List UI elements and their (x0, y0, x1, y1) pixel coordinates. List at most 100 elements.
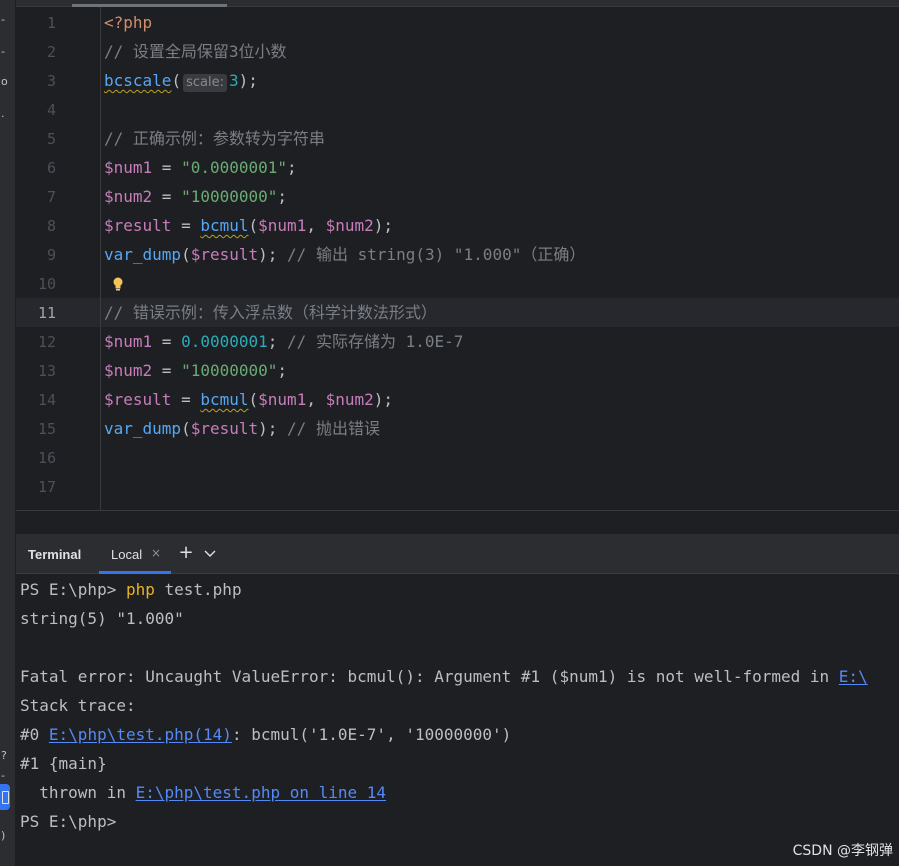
code-line[interactable]: 17 (16, 472, 899, 501)
line-number: 6 (46, 159, 56, 177)
code-text: bcscale(scale: 3); (104, 72, 258, 92)
code-token: ( (181, 245, 191, 264)
terminal-text: : bcmul('1.0E-7', '10000000') (231, 725, 512, 744)
terminal-text: #1 {main} (20, 754, 107, 773)
code-token: var_dump (104, 419, 182, 438)
terminal-line: PS E:\php> (20, 813, 116, 831)
code-token: = (152, 332, 182, 351)
terminal-text: PS E:\php> (20, 580, 126, 599)
strip-glyph: - (1, 45, 5, 58)
code-line[interactable]: 14 $result = bcmul($num1, $num2); (16, 385, 899, 414)
code-token: = (171, 390, 201, 409)
strip-glyph: o (1, 75, 8, 88)
code-line[interactable]: 4 (16, 95, 899, 124)
code-text: $result = bcmul($num1, $num2); (104, 391, 393, 409)
code-line[interactable]: 15 var_dump($result); // 抛出错误 (16, 414, 899, 443)
code-line[interactable]: 9 var_dump($result); // 输出 string(3) "1.0… (16, 240, 899, 269)
code-token: <?php (104, 13, 153, 32)
close-icon[interactable]: × (151, 546, 161, 560)
code-token: ); (373, 390, 394, 409)
code-text: $num1 = "0.0000001"; (104, 159, 297, 177)
code-token: "10000000" (181, 361, 278, 380)
watermark: CSDN @李钢弹 (792, 843, 893, 859)
editor-bottom-spacer (16, 510, 899, 534)
code-line[interactable]: 3 bcscale(scale: 3); (16, 66, 899, 95)
line-number: 15 (37, 420, 56, 438)
terminal-text: string(5) "1.000" (20, 609, 184, 628)
code-line[interactable]: 7 $num2 = "10000000"; (16, 182, 899, 211)
lightbulb-icon[interactable] (111, 276, 125, 292)
code-token: 0.0000001 (181, 332, 268, 351)
strip-glyph: ? (1, 749, 7, 762)
code-token: , (306, 216, 326, 235)
code-line[interactable]: 12 $num1 = 0.0000001; // 实际存储为 1.0E-7 (16, 327, 899, 356)
code-token: "0.0000001" (181, 158, 288, 177)
code-line[interactable]: 13 $num2 = "10000000"; (16, 356, 899, 385)
code-token: // 输出 string(3) "1.000"（正确） (287, 245, 586, 264)
terminal-text: php (125, 580, 155, 599)
line-number: 7 (46, 188, 56, 206)
terminal-text: #0 (20, 725, 49, 744)
code-token: $num2 (325, 216, 374, 235)
code-line[interactable]: 5 // 正确示例：参数转为字符串 (16, 124, 899, 153)
terminal-tool-window-button[interactable] (0, 784, 10, 810)
code-token: 3 (228, 71, 239, 90)
chevron-down-icon[interactable] (202, 543, 218, 563)
code-token: // 正确示例：参数转为字符串 (104, 129, 325, 148)
terminal-line: Stack trace: (20, 697, 136, 715)
strip-glyph: - (1, 13, 5, 26)
code-token: $result (190, 419, 259, 438)
add-tab-button[interactable]: + (176, 542, 196, 564)
code-line[interactable]: 11 // 错误示例：传入浮点数（科学计数法形式） (16, 298, 899, 327)
file-link[interactable]: E:\php\test.php on line 14 (136, 783, 386, 802)
code-token: ( (248, 216, 259, 235)
line-number: 5 (46, 130, 56, 148)
code-line[interactable]: 8 $result = bcmul($num1, $num2); (16, 211, 899, 240)
code-token: "10000000" (181, 187, 278, 206)
terminal-text: test.php (154, 580, 242, 599)
code-line[interactable]: 1 <?php (16, 8, 899, 37)
terminal-header: Terminal Local × + (16, 534, 899, 574)
code-text: var_dump($result); // 抛出错误 (104, 420, 380, 438)
code-token: $num1 (104, 332, 153, 351)
code-text: $num2 = "10000000"; (104, 362, 287, 380)
terminal-line: thrown in E:\php\test.php on line 14 (20, 784, 386, 802)
code-token: $num1 (104, 158, 153, 177)
terminal-line: PS E:\php> php test.php (20, 581, 242, 599)
code-text: <?php (104, 14, 152, 32)
terminal-panel[interactable]: Terminal Local × + PS E:\php> php test.p… (16, 534, 899, 866)
code-token: ; (277, 361, 288, 380)
line-number: 1 (46, 14, 56, 32)
code-text: var_dump($result); // 输出 string(3) "1.00… (104, 246, 585, 264)
code-token: , (306, 390, 326, 409)
active-tab-indicator (99, 571, 171, 574)
tab-local-label: Local (111, 547, 143, 562)
parameter-hint: scale: (183, 74, 227, 92)
code-editor[interactable]: 1 <?php 2// 设置全局保留3位小数 3 bcscale(scale: 3); 4 5… (16, 0, 899, 510)
code-token: = (171, 216, 201, 235)
code-line[interactable]: 6 $num1 = "0.0000001"; (16, 153, 899, 182)
editor-tab-strip (16, 0, 899, 7)
line-number: 11 (37, 304, 56, 322)
line-number: 14 (37, 391, 56, 409)
code-line[interactable]: 16 (16, 443, 899, 472)
line-number: 3 (46, 72, 56, 90)
file-link[interactable]: E:\ (839, 667, 868, 686)
terminal-line: Fatal error: Uncaught ValueError: bcmul(… (20, 668, 868, 686)
code-token: // 设置全局保留3位小数 (104, 42, 287, 61)
code-line[interactable]: 10 (16, 269, 899, 298)
strip-glyph: - (1, 769, 5, 782)
code-line[interactable]: 2 // 设置全局保留3位小数 (16, 37, 899, 66)
code-token: ( (248, 390, 259, 409)
terminal-text: thrown in (20, 783, 136, 802)
tool-window-strip: - - o . ? - ) (0, 0, 16, 866)
code-token: // 抛出错误 (287, 419, 380, 438)
code-token: ; (287, 158, 297, 177)
terminal-text: Fatal error: Uncaught ValueError: bcmul(… (20, 667, 839, 686)
code-token: = (152, 361, 182, 380)
code-text: // 错误示例：传入浮点数（科学计数法形式） (104, 304, 437, 322)
code-token: ); (258, 419, 288, 438)
line-number: 2 (46, 43, 56, 61)
file-link[interactable]: E:\php\test.php(14) (49, 725, 232, 744)
tab-local[interactable]: Local × (99, 534, 171, 574)
